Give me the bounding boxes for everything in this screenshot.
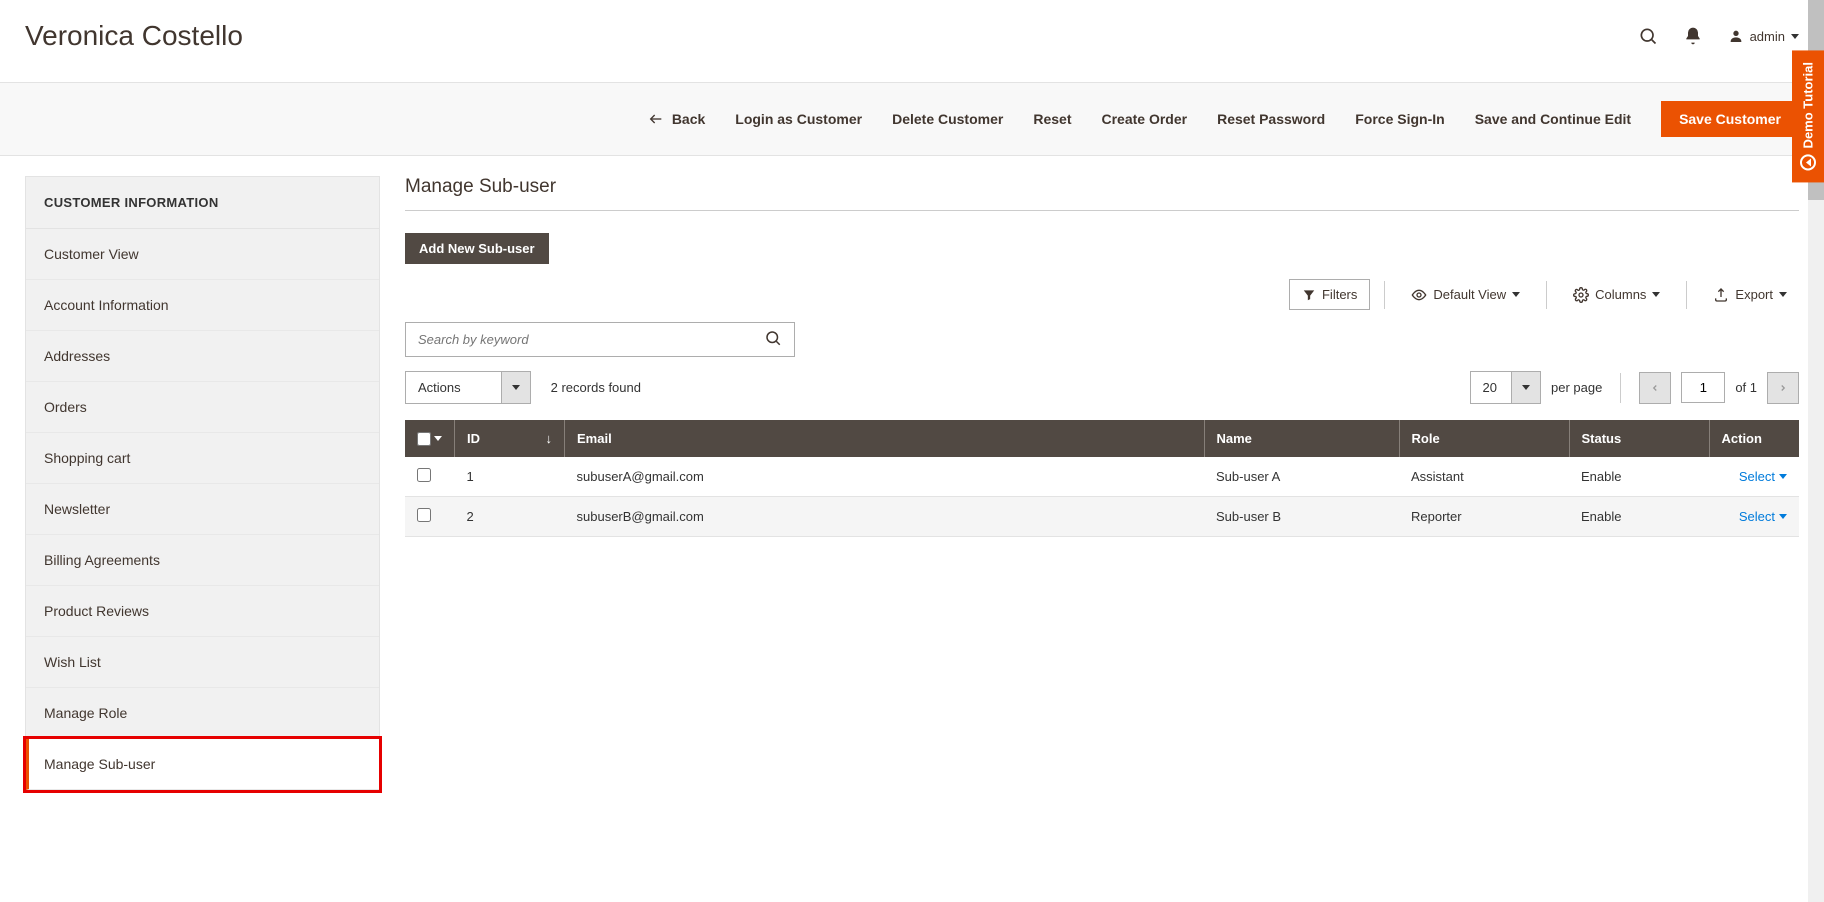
next-page-button[interactable] (1767, 372, 1799, 404)
sidebar-item-billing-agreements[interactable]: Billing Agreements (26, 535, 379, 586)
chevron-down-icon (1779, 514, 1787, 519)
admin-account-menu[interactable]: admin (1728, 28, 1799, 44)
subuser-table: ID ↓ Email Name Role Status Action 1 subu… (405, 420, 1799, 537)
table-row: 2 subuserB@gmail.com Sub-user B Reporter… (405, 497, 1799, 537)
cell-id: 1 (455, 457, 565, 497)
divider (405, 210, 1799, 211)
back-button[interactable]: Back (648, 111, 705, 127)
sidebar-header: CUSTOMER INFORMATION (26, 177, 379, 229)
sidebar-item-manage-sub-user[interactable]: Manage Sub-user (26, 739, 379, 790)
notifications-icon[interactable] (1683, 26, 1703, 46)
play-icon (1800, 154, 1816, 170)
column-email[interactable]: Email (565, 420, 1205, 457)
row-select-action[interactable]: Select (1721, 469, 1787, 484)
funnel-icon (1302, 288, 1316, 302)
admin-label: admin (1750, 29, 1785, 44)
chevron-down-icon (1791, 34, 1799, 39)
row-checkbox[interactable] (417, 508, 431, 522)
row-checkbox[interactable] (417, 468, 431, 482)
column-role[interactable]: Role (1399, 420, 1569, 457)
chevron-down-icon (1779, 292, 1787, 297)
chevron-down-icon (1779, 474, 1787, 479)
force-signin-button[interactable]: Force Sign-In (1355, 111, 1444, 127)
chevron-left-icon (1650, 383, 1660, 393)
demo-tutorial-tab[interactable]: Demo Tutorial (1792, 50, 1824, 182)
column-name[interactable]: Name (1204, 420, 1399, 457)
export-button[interactable]: Export (1701, 280, 1799, 310)
prev-page-button[interactable] (1639, 372, 1671, 404)
cell-role: Assistant (1399, 457, 1569, 497)
table-row: 1 subuserA@gmail.com Sub-user A Assistan… (405, 457, 1799, 497)
arrow-left-icon (648, 111, 664, 127)
cell-id: 2 (455, 497, 565, 537)
cell-status: Enable (1569, 457, 1709, 497)
per-page-label: per page (1551, 380, 1602, 395)
chevron-down-icon (1652, 292, 1660, 297)
gear-icon (1573, 287, 1589, 303)
cell-role: Reporter (1399, 497, 1569, 537)
cell-status: Enable (1569, 497, 1709, 537)
column-status[interactable]: Status (1569, 420, 1709, 457)
column-action: Action (1709, 420, 1799, 457)
sidebar-item-product-reviews[interactable]: Product Reviews (26, 586, 379, 637)
sidebar-item-customer-view[interactable]: Customer View (26, 229, 379, 280)
search-icon (764, 329, 782, 347)
chevron-down-icon (1512, 292, 1520, 297)
reset-button[interactable]: Reset (1033, 111, 1071, 127)
default-view-button[interactable]: Default View (1399, 280, 1532, 310)
sidebar: CUSTOMER INFORMATION Customer ViewAccoun… (25, 176, 380, 791)
search-button[interactable] (752, 323, 794, 356)
login-as-customer-button[interactable]: Login as Customer (735, 111, 862, 127)
page-title: Veronica Costello (25, 20, 243, 52)
chevron-right-icon (1778, 383, 1788, 393)
sidebar-item-newsletter[interactable]: Newsletter (26, 484, 379, 535)
add-new-subuser-button[interactable]: Add New Sub-user (405, 233, 549, 264)
sidebar-item-wish-list[interactable]: Wish List (26, 637, 379, 688)
save-customer-button[interactable]: Save Customer (1661, 101, 1799, 137)
records-found-label: 2 records found (551, 380, 641, 395)
export-icon (1713, 287, 1729, 303)
row-select-action[interactable]: Select (1721, 509, 1787, 524)
columns-button[interactable]: Columns (1561, 280, 1672, 310)
actions-dropdown[interactable]: Actions (405, 371, 531, 404)
sidebar-item-orders[interactable]: Orders (26, 382, 379, 433)
chevron-down-icon (501, 372, 530, 403)
select-all-checkbox[interactable] (417, 432, 442, 446)
column-id[interactable]: ID (467, 431, 480, 446)
delete-customer-button[interactable]: Delete Customer (892, 111, 1003, 127)
cell-email: subuserA@gmail.com (565, 457, 1205, 497)
reset-password-button[interactable]: Reset Password (1217, 111, 1325, 127)
cell-email: subuserB@gmail.com (565, 497, 1205, 537)
cell-name: Sub-user A (1204, 457, 1399, 497)
sidebar-item-manage-role[interactable]: Manage Role (26, 688, 379, 739)
cell-name: Sub-user B (1204, 497, 1399, 537)
demo-tab-label: Demo Tutorial (1801, 62, 1816, 148)
create-order-button[interactable]: Create Order (1101, 111, 1187, 127)
per-page-dropdown[interactable]: 20 (1470, 371, 1541, 404)
sort-arrow-icon: ↓ (546, 431, 553, 446)
search-input[interactable] (406, 324, 752, 355)
save-continue-button[interactable]: Save and Continue Edit (1475, 111, 1631, 127)
sidebar-item-addresses[interactable]: Addresses (26, 331, 379, 382)
page-input[interactable] (1681, 372, 1725, 403)
of-pages-label: of 1 (1735, 380, 1757, 395)
eye-icon (1411, 287, 1427, 303)
sidebar-item-account-information[interactable]: Account Information (26, 280, 379, 331)
user-icon (1728, 28, 1744, 44)
sidebar-item-shopping-cart[interactable]: Shopping cart (26, 433, 379, 484)
search-icon[interactable] (1638, 26, 1658, 46)
chevron-down-icon (1511, 372, 1540, 403)
highlight-box: Manage Sub-user (23, 736, 382, 793)
filters-button[interactable]: Filters (1289, 279, 1370, 310)
section-title: Manage Sub-user (405, 176, 1799, 198)
